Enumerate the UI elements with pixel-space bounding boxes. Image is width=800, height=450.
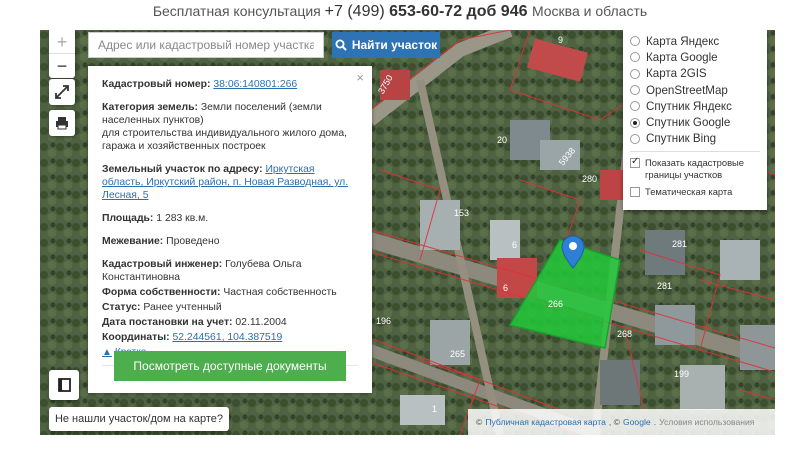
radio-icon	[630, 36, 640, 47]
layer-option-label: Спутник Google	[646, 116, 731, 130]
ownership-label: Форма собственности:	[102, 287, 221, 298]
coords-label: Координаты:	[102, 332, 170, 343]
date-label: Дата постановки на учет:	[102, 317, 233, 328]
engineer-label: Кадастровый инженер:	[102, 259, 223, 270]
book-button[interactable]	[49, 370, 79, 400]
layer-option[interactable]: Карта Google	[630, 49, 760, 65]
map-label: 268	[617, 329, 632, 339]
survey-value: Проведено	[166, 236, 220, 247]
layer-option[interactable]: Карта Яндекс	[630, 33, 760, 49]
parcel-info-panel: × Кадастровый номер: 38:06:140801:266 Ка…	[88, 66, 372, 393]
triangle-up-icon: ▲	[102, 347, 112, 358]
map-label: 280	[582, 174, 597, 184]
copyright-symbol: ©	[476, 417, 483, 427]
show-borders-checkbox[interactable]: Показать кадастровые границы участков	[630, 156, 760, 180]
map-label: 199	[674, 369, 689, 379]
page-bottom	[0, 435, 800, 450]
find-parcel-label: Найти участок	[351, 38, 438, 52]
layer-option[interactable]: Спутник Яндекс	[630, 98, 760, 114]
map-label: 265	[450, 349, 465, 359]
book-icon	[58, 378, 71, 392]
view-documents-button[interactable]: Посмотреть доступные документы	[114, 351, 346, 381]
map-label: 281	[657, 281, 672, 291]
map-label: 1	[432, 404, 437, 414]
terms-link[interactable]: Условия использования	[659, 417, 754, 427]
area-value: 1 283 кв.м.	[156, 213, 209, 224]
zoom-in-button[interactable]: +	[49, 30, 75, 54]
attribution-separator: , ©	[608, 417, 620, 427]
find-parcel-button[interactable]: Найти участок	[332, 32, 440, 58]
google-link[interactable]: Google	[623, 417, 651, 427]
cadastral-label: Кадастровый номер:	[102, 79, 211, 90]
map-label: 9	[558, 35, 563, 45]
map-label: 266	[548, 299, 563, 309]
radio-icon	[630, 101, 640, 112]
consult-text: Бесплатная консультация	[152, 3, 321, 19]
layer-option-label: OpenStreetMap	[646, 83, 728, 97]
radio-selected-icon	[630, 117, 640, 128]
print-button[interactable]	[49, 110, 75, 136]
radio-icon	[630, 52, 640, 63]
not-found-button[interactable]: Не нашли участок/дом на карте?	[49, 407, 229, 431]
fullscreen-button[interactable]	[49, 79, 75, 105]
permitted-use: для строительства индивидуального жилого…	[102, 128, 347, 152]
address-label: Земельный участок по адресу:	[102, 164, 263, 175]
map-label: 6	[512, 240, 517, 250]
attribution-dot: .	[653, 417, 657, 427]
divider	[630, 151, 760, 153]
coords-link[interactable]: 52.244561, 104.387519	[172, 332, 282, 343]
radio-icon	[630, 85, 640, 96]
checkbox-checked-icon	[630, 156, 640, 169]
map-label: 153	[454, 208, 469, 218]
radio-icon	[630, 133, 640, 144]
date-value: 02.11.2004	[235, 317, 287, 328]
layer-option-label: Спутник Bing	[646, 132, 717, 146]
printer-icon	[56, 117, 68, 130]
phone-number[interactable]: +7 (499) 653-60-72 доб 946	[325, 3, 532, 20]
layer-option-label: Спутник Яндекс	[646, 99, 732, 113]
search-input[interactable]	[88, 32, 324, 58]
status-value: Ранее учтенный	[143, 302, 222, 313]
thematic-map-label: Тематическая карта	[645, 186, 733, 198]
map-attribution: © Публичная кадастровая карта , © Google…	[468, 409, 775, 435]
phone-main: 653-60-72 доб 946	[389, 3, 528, 20]
zoom-control: + −	[49, 30, 75, 78]
layer-option-label: Карта Google	[646, 50, 718, 64]
map-canvas[interactable]: 9 3750 20 5938 280 153 6 6 266 281 281 2…	[40, 30, 775, 435]
ownership-value: Частная собственность	[223, 287, 337, 298]
cadastral-number-link[interactable]: 38:06:140801:266	[213, 79, 297, 90]
map-label: 281	[672, 239, 687, 249]
layer-option-label: Карта 2GIS	[646, 67, 707, 81]
category-label: Категория земель:	[102, 102, 198, 113]
phone-prefix: +7 (499)	[324, 3, 390, 20]
zoom-out-button[interactable]: −	[49, 54, 75, 78]
layer-switcher: Карта Яндекс Карта Google Карта 2GIS OpenSt…	[623, 30, 767, 210]
map-label: 6	[503, 283, 508, 293]
layer-option-label: Карта Яндекс	[646, 34, 720, 48]
layer-option[interactable]: Карта 2GIS	[630, 66, 760, 82]
thematic-map-checkbox[interactable]: Тематическая карта	[630, 186, 760, 198]
search-icon	[335, 39, 347, 51]
status-label: Статус:	[102, 302, 141, 313]
show-borders-label: Показать кадастровые границы участков	[645, 157, 745, 180]
close-icon[interactable]: ×	[356, 71, 364, 84]
checkbox-icon	[630, 187, 640, 198]
map-label: 196	[376, 316, 391, 326]
survey-label: Межевание:	[102, 236, 164, 247]
expand-icon	[55, 85, 69, 99]
layer-option[interactable]: Спутник Bing	[630, 131, 760, 147]
layer-option[interactable]: Спутник Google	[630, 114, 760, 130]
area-label: Площадь:	[102, 213, 154, 224]
map-label: 20	[497, 135, 507, 145]
pkk-link[interactable]: Публичная кадастровая карта	[485, 417, 606, 427]
layer-option[interactable]: OpenStreetMap	[630, 82, 760, 98]
region-text: Москва и область	[531, 3, 648, 19]
radio-icon	[630, 68, 640, 79]
top-banner: Бесплатная консультация +7 (499) 653-60-…	[0, 0, 800, 30]
